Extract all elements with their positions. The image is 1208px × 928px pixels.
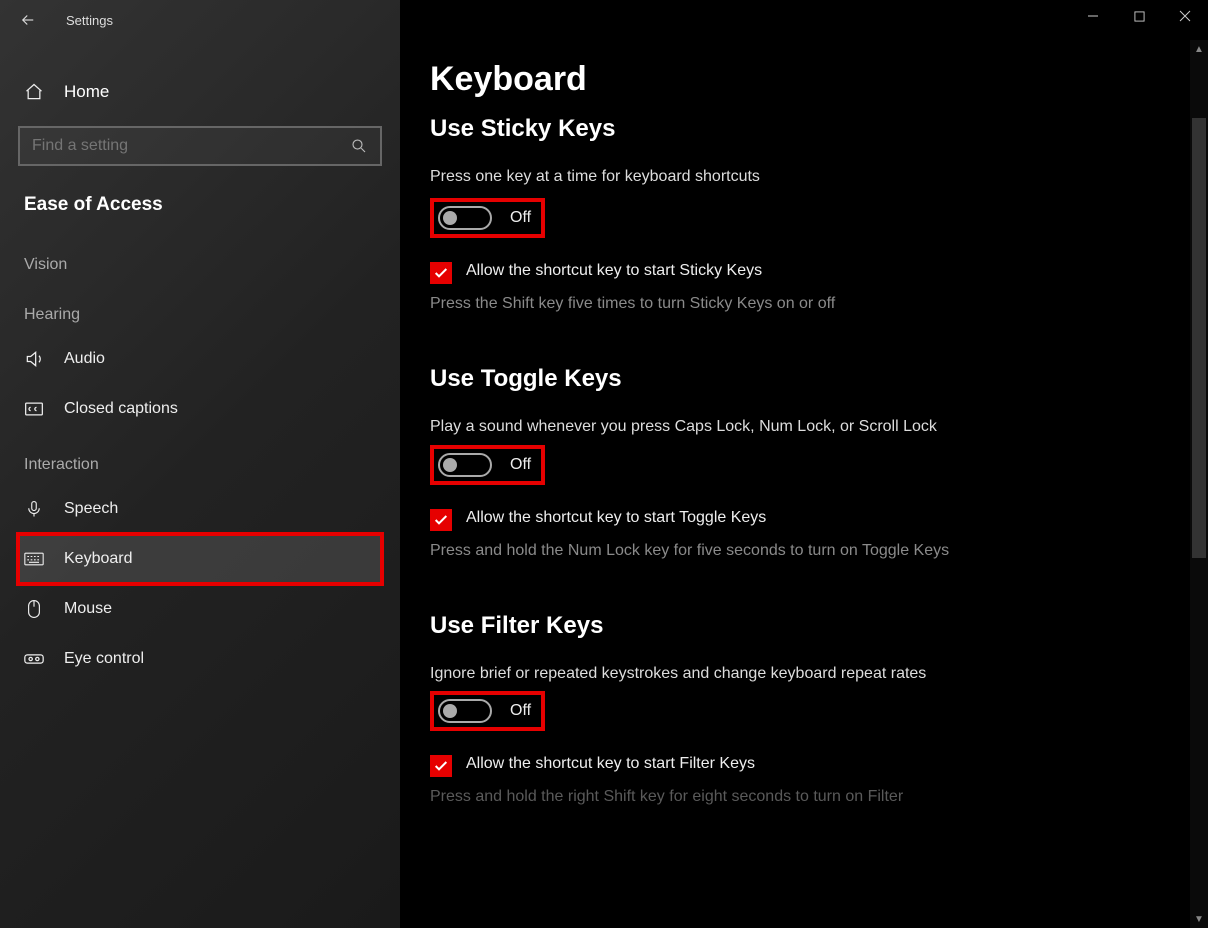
minimize-icon [1087, 10, 1099, 22]
sticky-keys-desc: Press one key at a time for keyboard sho… [430, 143, 990, 188]
toggle-knob [443, 458, 457, 472]
search-icon [350, 137, 368, 155]
toggle-knob [443, 704, 457, 718]
filter-keys-toggle[interactable] [438, 699, 492, 723]
group-hearing: Hearing [18, 284, 382, 334]
sticky-keys-shortcut-label: Allow the shortcut key to start Sticky K… [466, 262, 762, 280]
eye-control-icon [24, 651, 44, 667]
sticky-keys-hint: Press the Shift key five times to turn S… [430, 292, 1010, 315]
sidebar-item-audio[interactable]: Audio [18, 334, 382, 384]
sticky-keys-toggle[interactable] [438, 206, 492, 230]
close-icon [1179, 10, 1191, 22]
toggle-keys-shortcut-checkbox[interactable] [430, 509, 452, 531]
keyboard-icon [24, 551, 44, 567]
filter-keys-toggle-label: Off [510, 702, 531, 720]
scrollbar[interactable]: ▲ ▼ [1190, 40, 1208, 928]
app-title: Settings [66, 13, 113, 28]
filter-keys-shortcut-checkbox[interactable] [430, 755, 452, 777]
filter-keys-hint: Press and hold the right Shift key for e… [430, 785, 1010, 808]
search-box[interactable] [18, 126, 382, 166]
toggle-knob [443, 211, 457, 225]
group-vision: Vision [18, 234, 382, 284]
section-filter-keys-heading: Use Filter Keys [430, 562, 1208, 640]
toggle-keys-desc: Play a sound whenever you press Caps Loc… [430, 393, 990, 438]
checkmark-icon [433, 512, 449, 528]
maximize-icon [1134, 11, 1145, 22]
microphone-icon [24, 499, 44, 519]
toggle-keys-toggle-highlight: Off [430, 445, 545, 485]
audio-icon [24, 349, 44, 369]
home-icon [24, 82, 44, 102]
sidebar-item-label: Keyboard [64, 550, 133, 568]
window-controls [1070, 0, 1208, 32]
checkmark-icon [433, 265, 449, 281]
sidebar-item-eye-control[interactable]: Eye control [18, 634, 382, 684]
scroll-down-button[interactable]: ▼ [1190, 910, 1208, 928]
back-button[interactable] [8, 0, 48, 40]
scroll-track[interactable] [1190, 58, 1208, 910]
home-nav[interactable]: Home [18, 58, 382, 126]
category-title: Ease of Access [18, 166, 382, 234]
scroll-thumb[interactable] [1192, 118, 1206, 558]
sidebar-item-label: Mouse [64, 600, 112, 618]
toggle-keys-hint: Press and hold the Num Lock key for five… [430, 539, 1010, 562]
checkmark-icon [433, 758, 449, 774]
section-toggle-keys-heading: Use Toggle Keys [430, 315, 1208, 393]
sidebar-item-mouse[interactable]: Mouse [18, 584, 382, 634]
group-interaction: Interaction [18, 434, 382, 484]
filter-keys-toggle-highlight: Off [430, 691, 545, 731]
search-input[interactable] [32, 137, 350, 155]
sticky-keys-toggle-highlight: Off [430, 198, 545, 238]
sticky-keys-shortcut-checkbox[interactable] [430, 262, 452, 284]
mouse-icon [24, 599, 44, 619]
sidebar-item-label: Closed captions [64, 400, 178, 418]
toggle-keys-toggle-label: Off [510, 456, 531, 474]
filter-keys-desc: Ignore brief or repeated keystrokes and … [430, 640, 990, 685]
arrow-left-icon [19, 11, 37, 29]
filter-keys-shortcut-label: Allow the shortcut key to start Filter K… [466, 755, 755, 773]
section-sticky-keys-heading: Use Sticky Keys [430, 99, 1208, 143]
content-pane: ▲ ▼ Keyboard Use Sticky Keys Press one k… [400, 0, 1208, 928]
toggle-keys-toggle[interactable] [438, 453, 492, 477]
minimize-button[interactable] [1070, 0, 1116, 32]
toggle-keys-shortcut-label: Allow the shortcut key to start Toggle K… [466, 509, 766, 527]
sidebar-item-speech[interactable]: Speech [18, 484, 382, 534]
close-button[interactable] [1162, 0, 1208, 32]
sidebar-item-label: Audio [64, 350, 105, 368]
sidebar-item-label: Eye control [64, 650, 144, 668]
sidebar: Settings Home Ease of Access Vision Hear… [0, 0, 400, 928]
closed-captions-icon [24, 401, 44, 417]
sticky-keys-toggle-label: Off [510, 209, 531, 227]
titlebar: Settings [0, 0, 400, 40]
scroll-up-button[interactable]: ▲ [1190, 40, 1208, 58]
sidebar-item-closed-captions[interactable]: Closed captions [18, 384, 382, 434]
sidebar-item-label: Speech [64, 500, 118, 518]
home-label: Home [64, 82, 109, 102]
maximize-button[interactable] [1116, 0, 1162, 32]
sidebar-item-keyboard[interactable]: Keyboard [18, 534, 382, 584]
